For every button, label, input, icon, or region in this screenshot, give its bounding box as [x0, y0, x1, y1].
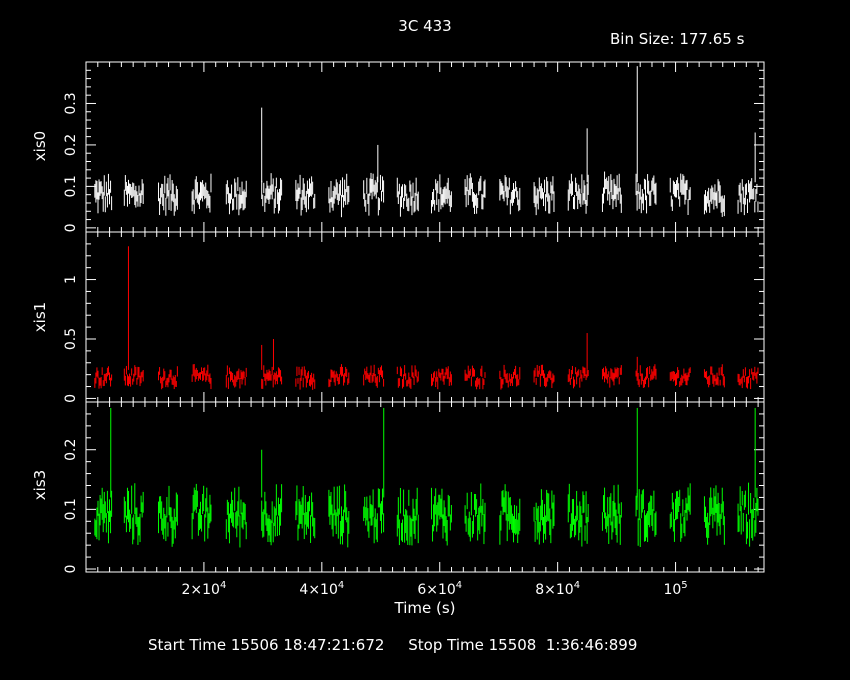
panel-frame-xis0	[85, 61, 765, 233]
y-tick-label: 0	[63, 223, 79, 232]
x-tick-label: 8×104	[535, 580, 580, 598]
panel-frame-xis3	[85, 401, 765, 573]
light-curve-plot: 0 0.1 0.2 0.3 0 0.5 1 0 0.1 0.2 2×104 4×104 6×104 8×1…	[63, 61, 765, 598]
x-tick-label: 105	[663, 580, 687, 598]
panel-frame-xis1	[85, 231, 765, 403]
y-tick-label: 0.5	[63, 328, 79, 350]
start-stop-time: Start Time 15506 18:47:21:672 Stop Time …	[148, 636, 638, 654]
y-tick-label: 0.2	[63, 134, 79, 156]
y-tick-label: 0.3	[63, 92, 79, 114]
y-tick-label: 0.2	[63, 439, 79, 461]
y-tick-label: 0.1	[63, 498, 79, 520]
y-tick-label: 0.1	[63, 175, 79, 197]
y-tick-label: 1	[63, 275, 79, 284]
x-tick-label: 2×104	[181, 580, 226, 598]
y-axis-label-xis0: xis0	[31, 130, 49, 162]
x-tick-label: 6×104	[417, 580, 462, 598]
y-axis-label-xis3: xis3	[31, 469, 49, 501]
y-tick-label: 0	[63, 394, 79, 403]
bin-size-label: Bin Size: 177.65 s	[610, 30, 745, 48]
y-tick-label: 0	[63, 565, 79, 574]
x-tick-label: 4×104	[299, 580, 344, 598]
y-axis-label-xis1: xis1	[31, 301, 49, 333]
x-axis-label: Time (s)	[394, 599, 456, 617]
